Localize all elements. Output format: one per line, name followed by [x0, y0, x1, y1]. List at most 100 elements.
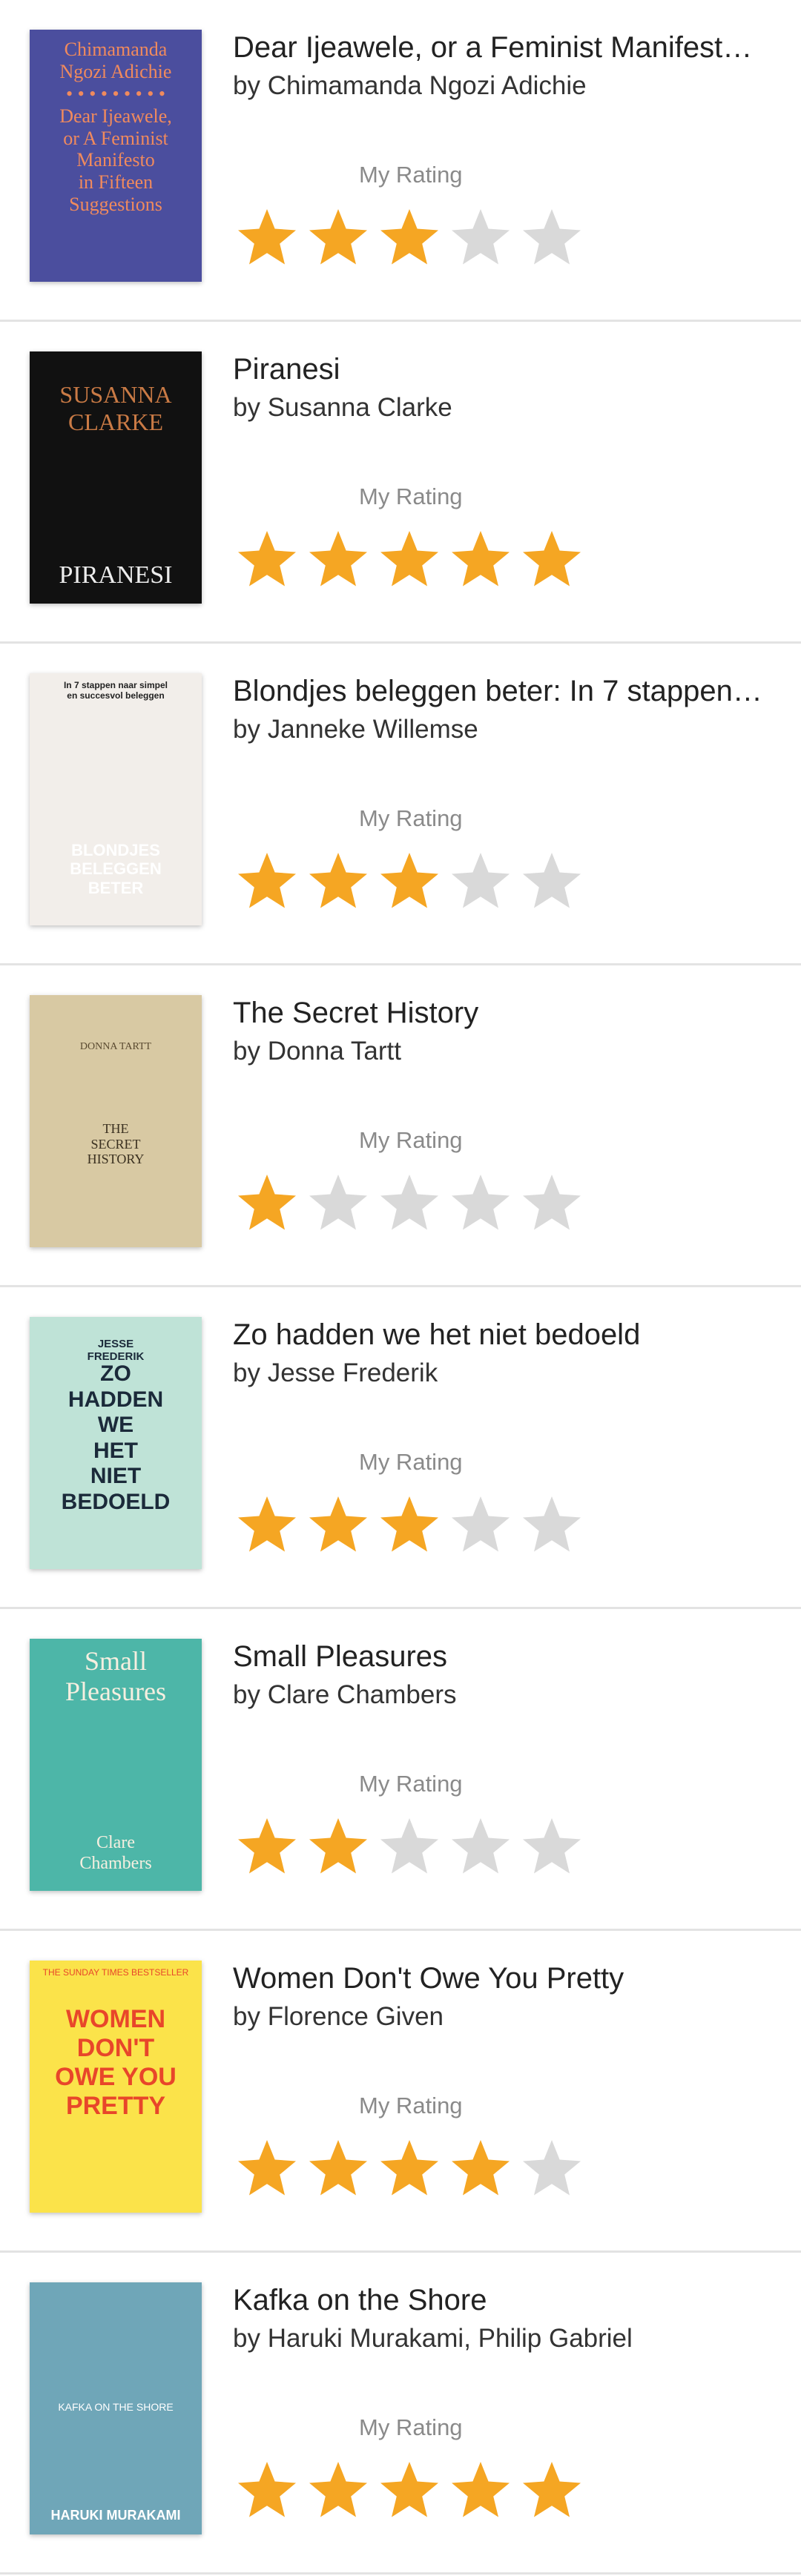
star-empty-icon[interactable] — [378, 1815, 449, 1877]
my-rating-label: My Rating — [359, 805, 463, 831]
book-title[interactable]: Blondjes beleggen beter: In 7 stappen na… — [233, 675, 767, 708]
star-empty-icon[interactable] — [449, 1815, 521, 1877]
star-empty-icon[interactable] — [521, 2137, 592, 2199]
book-list-item[interactable]: Small Pleasures Clare Chambers Small Pleas… — [0, 1609, 801, 1931]
star-rating[interactable] — [236, 206, 592, 268]
book-cover-image[interactable]: DONNA TARTT THE SECRET HISTORY — [30, 995, 202, 1247]
star-filled-icon[interactable] — [236, 206, 307, 268]
cover-subtitle-lettering: HARUKI MURAKAMI — [50, 2508, 181, 2523]
star-filled-icon[interactable] — [307, 2137, 378, 2199]
cover-subtitle-lettering: WOMEN DON'T OWE YOU PRETTY — [55, 2005, 177, 2121]
book-cover-image[interactable]: In 7 stappen naar simpel en succesvol be… — [30, 673, 202, 925]
book-author: by Florence Given — [233, 2002, 444, 2031]
my-rating-label: My Rating — [359, 1127, 463, 1153]
star-filled-icon[interactable] — [307, 1815, 378, 1877]
book-cover-image[interactable]: Chimamanda Ngozi Adichie • • • • • • • •… — [30, 30, 202, 282]
star-empty-icon[interactable] — [521, 1815, 592, 1877]
star-filled-icon[interactable] — [236, 1172, 307, 1234]
cover-title-lettering: JESSE FREDERIK — [87, 1338, 145, 1364]
star-filled-icon[interactable] — [307, 2459, 378, 2521]
my-rating-label: My Rating — [359, 1449, 463, 1475]
book-cover-image[interactable]: Small Pleasures Clare Chambers — [30, 1639, 202, 1891]
star-filled-icon[interactable] — [378, 528, 449, 590]
star-filled-icon[interactable] — [236, 2459, 307, 2521]
star-empty-icon[interactable] — [378, 1172, 449, 1234]
star-filled-icon[interactable] — [307, 850, 378, 912]
star-rating[interactable] — [236, 1493, 592, 1556]
star-filled-icon[interactable] — [307, 528, 378, 590]
star-filled-icon[interactable] — [521, 528, 592, 590]
book-title[interactable]: Small Pleasures — [233, 1640, 767, 1674]
book-title[interactable]: The Secret History — [233, 997, 767, 1030]
star-filled-icon[interactable] — [378, 2459, 449, 2521]
star-empty-icon[interactable] — [307, 1172, 378, 1234]
star-rating[interactable] — [236, 1172, 592, 1234]
cover-title-lettering: DONNA TARTT — [79, 1041, 152, 1052]
book-cover-image[interactable]: THE SUNDAY TIMES BESTSELLER WOMEN DON'T O… — [30, 1961, 202, 2213]
star-empty-icon[interactable] — [449, 1172, 521, 1234]
star-filled-icon[interactable] — [236, 2137, 307, 2199]
my-rating-label: My Rating — [359, 2414, 463, 2440]
star-empty-icon[interactable] — [521, 1493, 592, 1556]
star-empty-icon[interactable] — [449, 850, 521, 912]
star-filled-icon[interactable] — [236, 528, 307, 590]
star-filled-icon[interactable] — [449, 528, 521, 590]
star-filled-icon[interactable] — [236, 1493, 307, 1556]
star-empty-icon[interactable] — [449, 206, 521, 268]
book-author: by Susanna Clarke — [233, 393, 452, 422]
star-rating[interactable] — [236, 2459, 592, 2521]
cover-title-lettering: THE SUNDAY TIMES BESTSELLER — [42, 1967, 189, 1978]
cover-title-lettering: Chimamanda Ngozi Adichie • • • • • • • •… — [59, 39, 172, 216]
star-filled-icon[interactable] — [378, 206, 449, 268]
star-filled-icon[interactable] — [378, 1493, 449, 1556]
cover-subtitle-lettering: Clare Chambers — [79, 1833, 152, 1873]
book-list-item[interactable]: Chimamanda Ngozi Adichie • • • • • • • •… — [0, 0, 801, 322]
book-author: by Chimamanda Ngozi Adichie — [233, 71, 587, 100]
star-rating[interactable] — [236, 528, 592, 590]
book-list-item[interactable]: SUSANNA CLARKE PIRANESI Piranesi by Susanna… — [0, 322, 801, 644]
cover-subtitle-lettering: THE SECRET HISTORY — [87, 1121, 145, 1167]
book-list-item[interactable]: KAFKA ON THE SHORE HARUKI MURAKAMI Kafka o… — [0, 2253, 801, 2575]
book-list-item[interactable]: In 7 stappen naar simpel en succesvol be… — [0, 644, 801, 965]
cover-subtitle-lettering: ZO HADDEN WE HET NIET BEDOELD — [61, 1361, 171, 1514]
book-title[interactable]: Piranesi — [233, 353, 767, 386]
star-filled-icon[interactable] — [307, 1493, 378, 1556]
star-filled-icon[interactable] — [236, 850, 307, 912]
star-filled-icon[interactable] — [449, 2459, 521, 2521]
book-cover-image[interactable]: KAFKA ON THE SHORE HARUKI MURAKAMI — [30, 2282, 202, 2534]
star-empty-icon[interactable] — [521, 1172, 592, 1234]
star-filled-icon[interactable] — [307, 206, 378, 268]
star-empty-icon[interactable] — [521, 850, 592, 912]
star-empty-icon[interactable] — [449, 1493, 521, 1556]
book-cover-image[interactable]: SUSANNA CLARKE PIRANESI — [30, 351, 202, 604]
star-filled-icon[interactable] — [449, 2137, 521, 2199]
my-rating-label: My Rating — [359, 2093, 463, 2118]
star-filled-icon[interactable] — [378, 2137, 449, 2199]
cover-title-lettering: Small Pleasures — [65, 1646, 166, 1707]
my-rating-label: My Rating — [359, 483, 463, 509]
star-filled-icon[interactable] — [378, 850, 449, 912]
book-title[interactable]: Kafka on the Shore — [233, 2284, 767, 2317]
book-list-item[interactable]: JESSE FREDERIK ZO HADDEN WE HET NIET BEDO… — [0, 1287, 801, 1609]
my-rating-label: My Rating — [359, 1771, 463, 1797]
star-rating[interactable] — [236, 1815, 592, 1877]
star-empty-icon[interactable] — [521, 206, 592, 268]
book-author: by Donna Tartt — [233, 1037, 401, 1066]
book-list-item[interactable]: THE SUNDAY TIMES BESTSELLER WOMEN DON'T O… — [0, 1931, 801, 2253]
book-title[interactable]: Women Don't Owe You Pretty — [233, 1962, 767, 1995]
book-author: by Jesse Frederik — [233, 1358, 438, 1387]
star-filled-icon[interactable] — [236, 1815, 307, 1877]
cover-subtitle-lettering: BLONDJES BELEGGEN BETER — [70, 841, 162, 897]
book-author: by Janneke Willemse — [233, 715, 478, 744]
star-filled-icon[interactable] — [521, 2459, 592, 2521]
cover-title-lettering: In 7 stappen naar simpel en succesvol be… — [63, 680, 168, 701]
book-title[interactable]: Zo hadden we het niet bedoeld — [233, 1318, 767, 1352]
my-rating-label: My Rating — [359, 162, 463, 188]
book-list: Chimamanda Ngozi Adichie • • • • • • • •… — [0, 0, 801, 2575]
book-title[interactable]: Dear Ijeawele, or a Feminist Manifesto i… — [233, 31, 767, 65]
book-author: by Clare Chambers — [233, 1680, 457, 1709]
book-list-item[interactable]: DONNA TARTT THE SECRET HISTORY The Secret … — [0, 965, 801, 1287]
star-rating[interactable] — [236, 2137, 592, 2199]
star-rating[interactable] — [236, 850, 592, 912]
book-cover-image[interactable]: JESSE FREDERIK ZO HADDEN WE HET NIET BEDO… — [30, 1317, 202, 1569]
